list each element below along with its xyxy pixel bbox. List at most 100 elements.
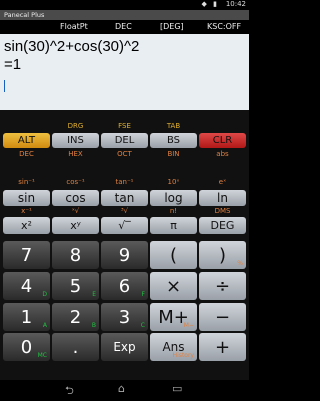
key-alt-label: DRG	[67, 122, 84, 130]
key-label: CLR	[212, 134, 233, 146]
key-button-)[interactable]: )%	[199, 241, 246, 269]
key-button-8[interactable]: 8	[52, 241, 99, 269]
key-alt-label: eˣ	[218, 178, 227, 186]
ksc-mode: KSC:OFF	[207, 22, 242, 31]
key-alt-label: DEC	[19, 150, 34, 158]
key-button-4[interactable]: 4D	[3, 272, 50, 300]
text-cursor	[4, 80, 5, 92]
mode-bar: FloatPt DEC [DEG] KSC:OFF	[0, 20, 249, 34]
app-title-bar: Panecal Plus	[0, 10, 249, 20]
key-button-[interactable]: √‾	[101, 217, 148, 234]
key-sub-label: B	[91, 322, 96, 329]
key-alt-label: 10ˣ	[167, 178, 180, 186]
key-label: −	[214, 307, 231, 328]
key-button-3[interactable]: 3C	[101, 303, 148, 331]
key-button-bs[interactable]: BS	[150, 133, 197, 148]
key-button-2[interactable]: 2B	[52, 303, 99, 331]
key-button-([interactable]: (	[150, 241, 197, 269]
key-label: ALT	[17, 134, 36, 146]
key-button-×[interactable]: ×	[150, 272, 197, 300]
key-button-.[interactable]: .	[52, 333, 99, 361]
key-label: (	[169, 245, 178, 266]
key-button-exp[interactable]: Exp	[101, 333, 148, 361]
key-label: +	[214, 337, 231, 358]
key-label: Exp	[113, 340, 136, 354]
key-button-0[interactable]: 0 MC	[3, 333, 50, 361]
key-label: cos	[65, 191, 86, 205]
status-icons: ◆ ▮	[201, 0, 219, 8]
key-label: 7	[20, 245, 33, 266]
key-alt-label: OCT	[117, 150, 132, 158]
key-button-m+[interactable]: M+ M−	[150, 303, 197, 331]
base-mode: DEC	[115, 22, 132, 31]
key-label: ln	[217, 191, 228, 205]
home-icon[interactable]: ⌂	[118, 382, 125, 395]
key-button-÷[interactable]: ÷	[199, 272, 246, 300]
key-label: tan	[114, 191, 135, 205]
expression-text: sin(30)^2+cos(30)^2	[4, 38, 140, 55]
key-label: x²	[21, 219, 32, 232]
key-button-[interactable]: π	[150, 217, 197, 234]
key-button-ans[interactable]: Ans History	[150, 333, 197, 361]
key-button-7[interactable]: 7	[3, 241, 50, 269]
app-title: Panecal Plus	[4, 11, 45, 19]
key-button-+[interactable]: +	[199, 333, 246, 361]
key-label: 8	[69, 245, 82, 266]
key-alt-label: sin⁻¹	[18, 178, 35, 186]
key-label: .	[72, 337, 79, 358]
key-alt-label: ˣ√	[71, 207, 80, 215]
key-label: INS	[67, 134, 84, 146]
key-button-9[interactable]: 9	[101, 241, 148, 269]
back-icon[interactable]: ⮌	[65, 382, 74, 401]
key-alt-label: tan⁻¹	[115, 178, 134, 186]
angle-mode: [DEG]	[160, 22, 184, 31]
calc-display[interactable]: sin(30)^2+cos(30)^2 =1	[0, 34, 249, 110]
key-label: log	[164, 191, 183, 205]
key-alt-label: TAB	[166, 122, 181, 130]
key-alt-label: DMS	[214, 207, 231, 215]
key-label: BS	[166, 134, 181, 146]
key-label: DEG	[210, 219, 235, 232]
result-text: =1	[4, 56, 22, 73]
key-button-ln[interactable]: ln	[199, 190, 246, 206]
keypad: DRG FSE TAB ALT INS DEL BS CLR DEC HEX OCT BIN abs si…	[0, 110, 249, 380]
key-alt-label: FSE	[118, 122, 131, 130]
key-alt-label: HEX	[68, 150, 83, 158]
key-button-x[interactable]: xʸ	[52, 217, 99, 234]
key-sub-label: %	[237, 260, 243, 267]
key-label: ×	[165, 276, 182, 297]
key-button-deg[interactable]: DEG	[199, 217, 246, 234]
key-label: π	[170, 219, 177, 232]
key-button-x[interactable]: x²	[3, 217, 50, 234]
key-button-alt[interactable]: ALT	[3, 133, 50, 148]
status-bar: ◆ ▮ 10:42	[0, 0, 249, 10]
key-alt-label: n!	[169, 207, 178, 215]
key-button-log[interactable]: log	[150, 190, 197, 206]
key-sub-label: E	[92, 291, 96, 298]
key-button-6[interactable]: 6F	[101, 272, 148, 300]
key-button-[interactable]: −	[199, 303, 246, 331]
navigation-bar: ⮌ ⌂ ▭	[0, 380, 249, 400]
key-button-cos[interactable]: cos	[52, 190, 99, 206]
key-button-clr[interactable]: CLR	[199, 133, 246, 148]
key-label: sin	[17, 191, 36, 205]
key-label: ÷	[214, 276, 231, 297]
key-button-del[interactable]: DEL	[101, 133, 148, 148]
key-button-1[interactable]: 1A	[3, 303, 50, 331]
key-alt-label: BIN	[167, 150, 180, 158]
recent-apps-icon[interactable]: ▭	[172, 382, 182, 395]
key-alt-label: abs	[216, 150, 229, 158]
key-label: DEL	[114, 134, 135, 146]
key-sub-label: D	[42, 291, 47, 298]
key-button-tan[interactable]: tan	[101, 190, 148, 206]
key-button-5[interactable]: 5E	[52, 272, 99, 300]
key-sub-label: History	[172, 352, 194, 359]
key-sub-label: F	[141, 291, 145, 298]
key-button-ins[interactable]: INS	[52, 133, 99, 148]
key-alt-label: cos⁻¹	[66, 178, 85, 186]
key-sub-label: MC	[37, 352, 47, 359]
key-button-sin[interactable]: sin	[3, 190, 50, 206]
key-sub-label: M−	[183, 322, 194, 329]
key-label: xʸ	[70, 219, 81, 232]
status-time: 10:42	[225, 0, 246, 8]
